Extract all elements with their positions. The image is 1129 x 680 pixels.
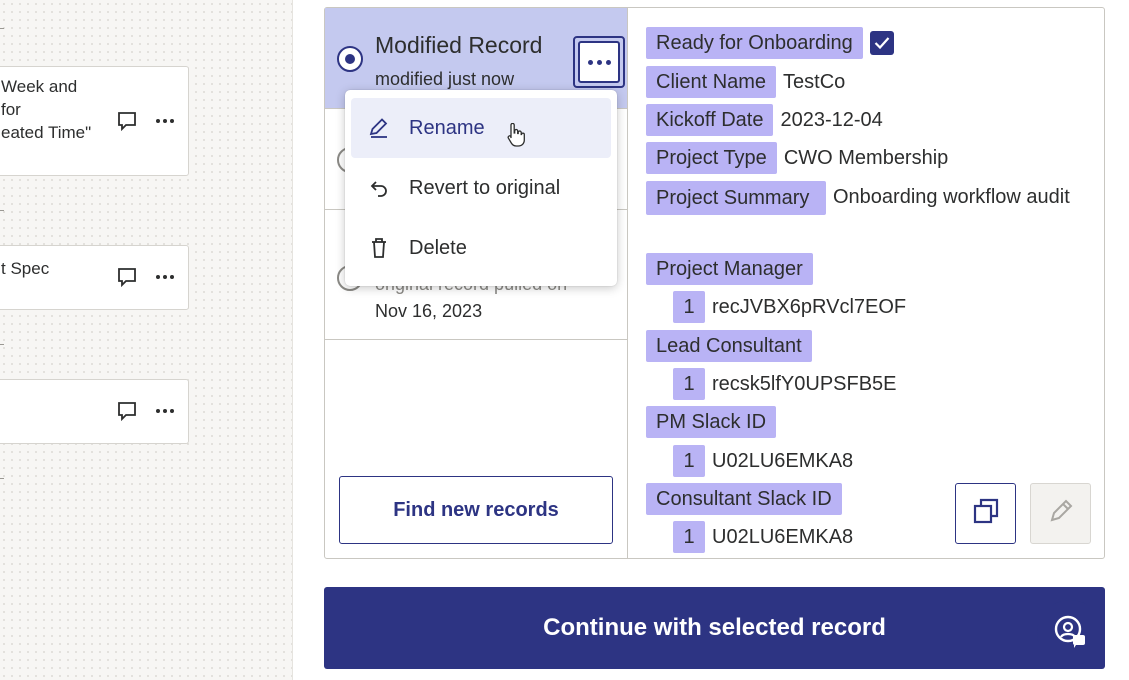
record-subtitle: modified just now (375, 69, 515, 89)
find-new-records-button[interactable]: Find new records (339, 476, 613, 544)
field-label: Lead Consultant (646, 330, 812, 362)
more-options-icon[interactable] (154, 110, 176, 132)
continue-button[interactable]: Continue with selected record (324, 587, 1105, 669)
field-value: recJVBX6pRVcl7EOF (712, 296, 907, 318)
record-fields: Ready for Onboarding Client Name TestCo … (646, 8, 1104, 558)
field-index: 1 (673, 291, 705, 323)
menu-item-delete[interactable]: Delete (351, 218, 611, 278)
undo-icon (367, 176, 391, 200)
comment-icon[interactable] (116, 110, 138, 132)
field-value: 2023-12-04 (780, 109, 883, 131)
pencil-icon (367, 116, 391, 140)
record-radio-selected[interactable] (337, 46, 363, 72)
field-value: U02LU6EMKA8 (712, 450, 854, 472)
field-value: CWO Membership (783, 147, 949, 169)
menu-item-revert[interactable]: Revert to original (351, 158, 611, 218)
canvas-connector (0, 28, 4, 29)
support-chat-icon (1053, 614, 1087, 653)
workflow-canvas[interactable]: Week and for eated Time" t Spec (0, 0, 293, 680)
field-index: 1 (673, 445, 705, 477)
field-value: recsk5lfY0UPSFB5E (712, 373, 897, 395)
trash-icon (367, 236, 391, 260)
field-label: Project Summary (646, 181, 826, 215)
canvas-connector (0, 210, 4, 211)
pointer-cursor-icon (505, 122, 525, 152)
field-label: Project Manager (646, 253, 813, 285)
comment-icon[interactable] (116, 266, 138, 288)
field-label: Client Name (646, 66, 777, 98)
field-value: U02LU6EMKA8 (712, 526, 854, 548)
record-date: Nov 16, 2023 (375, 301, 483, 321)
menu-item-label: Revert to original (409, 176, 561, 199)
menu-item-rename[interactable]: Rename (351, 98, 611, 158)
field-value: Onboarding workflow audit (833, 186, 1070, 208)
field-label: Project Type (646, 142, 777, 174)
record-more-button[interactable] (573, 36, 625, 88)
help-button[interactable] (1037, 600, 1103, 666)
field-label: PM Slack ID (646, 406, 777, 438)
step-card-text: Week and for eated Time" (1, 77, 92, 142)
pencil-icon (1047, 497, 1075, 530)
field-label: Kickoff Date (646, 104, 774, 136)
edit-button[interactable] (1030, 483, 1091, 544)
step-card[interactable]: Week and for eated Time" (0, 66, 189, 176)
copy-button[interactable] (955, 483, 1016, 544)
record-title: Modified Record (375, 32, 543, 58)
step-card[interactable]: t Spec (0, 245, 189, 310)
copy-icon (972, 497, 1000, 530)
canvas-connector (0, 478, 4, 479)
comment-icon[interactable] (116, 400, 138, 422)
step-card-text: t Spec (1, 259, 50, 278)
canvas-connector (0, 344, 4, 345)
field-index: 1 (673, 521, 705, 553)
more-options-icon[interactable] (154, 400, 176, 422)
field-label: Consultant Slack ID (646, 483, 842, 515)
record-options-menu: Rename Revert to original Delete (345, 90, 617, 286)
more-options-icon[interactable] (154, 266, 176, 288)
menu-item-label: Delete (409, 236, 467, 259)
step-card[interactable] (0, 379, 189, 444)
ready-checkbox[interactable] (869, 31, 894, 55)
menu-item-label: Rename (409, 116, 485, 139)
field-label: Ready for Onboarding (646, 27, 863, 59)
field-value: TestCo (783, 71, 846, 93)
field-index: 1 (673, 368, 705, 400)
